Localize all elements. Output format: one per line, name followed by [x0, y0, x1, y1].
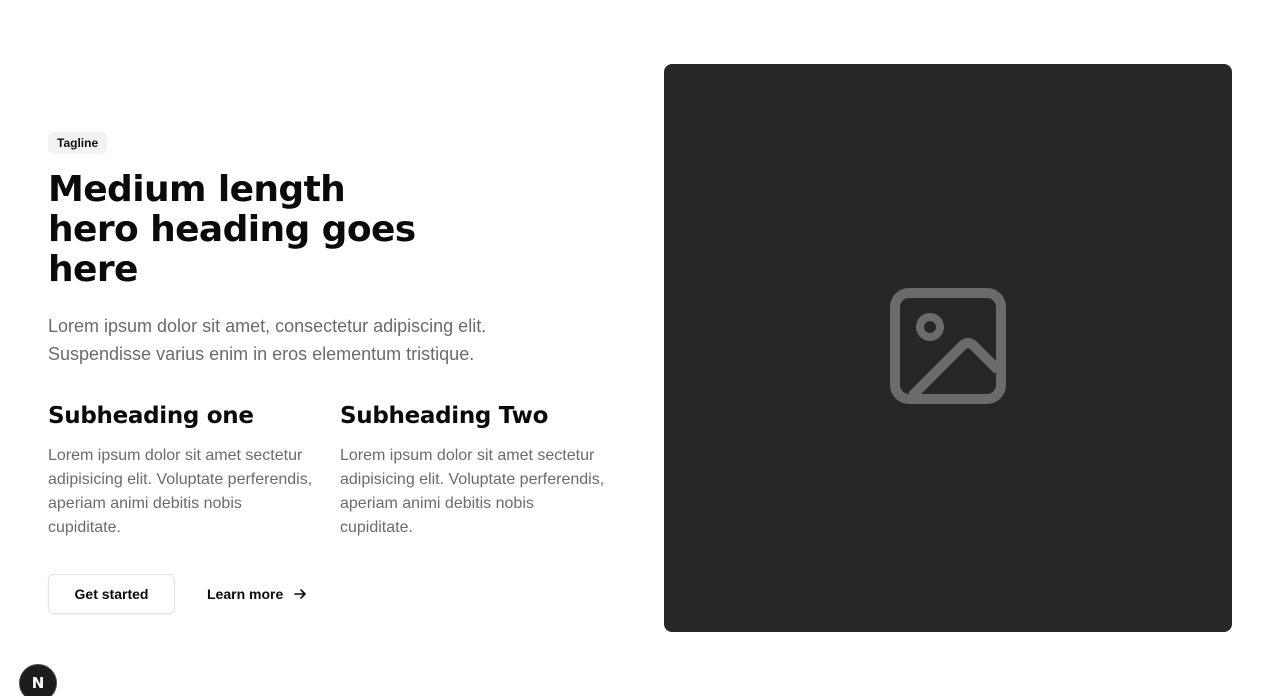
feature-title: Subheading one: [48, 403, 254, 429]
feature-column-one: Subheading one Lorem ipsum dolor sit ame…: [48, 402, 318, 540]
hero-heading: Medium length hero heading goes here: [48, 169, 416, 290]
get-started-button[interactable]: Get started: [48, 574, 175, 614]
feature-text: Lorem ipsum dolor sit amet sectetur adip…: [48, 447, 313, 536]
image-placeholder-icon: [890, 287, 1006, 409]
feature-title: Subheading Two: [340, 403, 549, 429]
hero-description: Lorem ipsum dolor sit amet, consectetur …: [48, 316, 487, 364]
learn-more-button[interactable]: Learn more: [207, 586, 307, 602]
hero-actions: Get started Learn more: [48, 574, 628, 614]
feature-column-two: Subheading Two Lorem ipsum dolor sit ame…: [340, 402, 610, 540]
learn-more-label: Learn more: [207, 586, 284, 602]
hero-content: Tagline Medium length hero heading goes …: [48, 132, 628, 614]
page: Tagline Medium length hero heading goes …: [0, 0, 1280, 696]
feature-columns: Subheading one Lorem ipsum dolor sit ame…: [48, 402, 628, 540]
nextjs-logo-icon: N: [31, 673, 45, 692]
nextjs-dev-badge[interactable]: N: [19, 664, 57, 696]
hero-image-placeholder: [664, 64, 1232, 632]
tagline-badge: Tagline: [48, 132, 108, 154]
feature-text: Lorem ipsum dolor sit amet sectetur adip…: [340, 447, 605, 536]
arrow-right-icon: [293, 587, 307, 601]
get-started-label: Get started: [74, 586, 149, 602]
